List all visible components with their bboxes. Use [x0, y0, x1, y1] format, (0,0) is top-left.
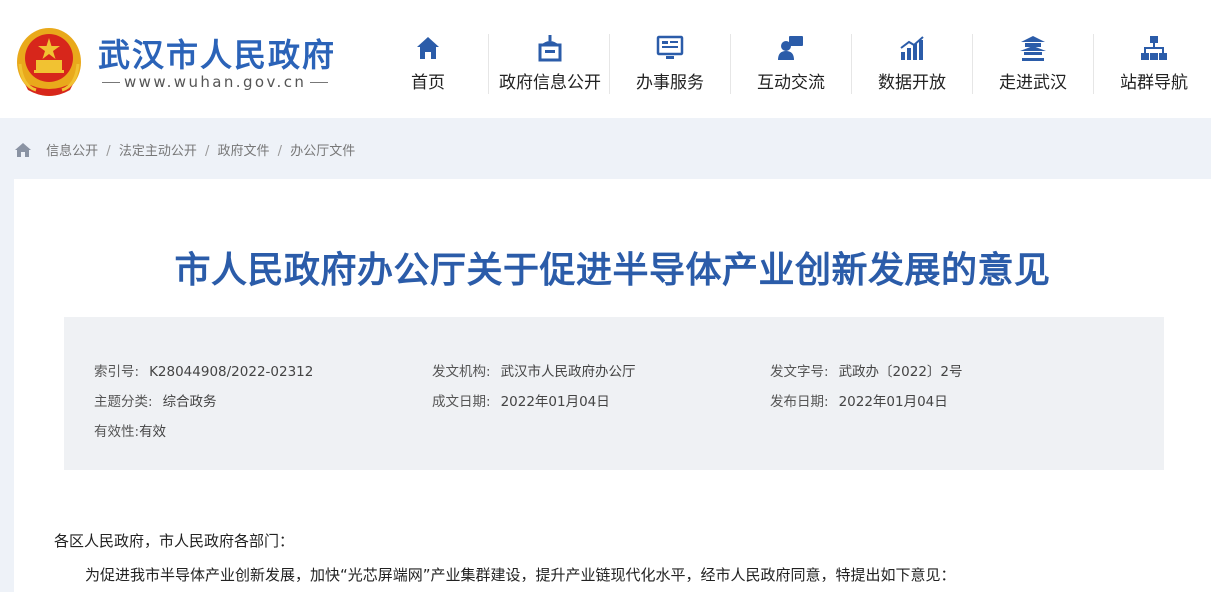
meta-issuer: 发文机构: 武汉市人民政府办公厅 — [432, 360, 636, 380]
nav-item-services[interactable]: 办事服务 — [628, 34, 712, 100]
building-icon — [538, 35, 562, 62]
nav-divider — [1093, 34, 1094, 94]
breadcrumb: 信息公开 / 法定主动公开 / 政府文件 / 办公厅文件 — [14, 140, 355, 160]
meta-document-number: 发文字号: 武政办〔2022〕2号 — [770, 360, 963, 380]
meta-label: 索引号: — [94, 364, 140, 380]
pavilion-icon — [1020, 36, 1046, 61]
meta-value: 有效 — [139, 424, 167, 440]
breadcrumb-item[interactable]: 政府文件 — [218, 144, 270, 159]
home-icon[interactable] — [14, 142, 32, 158]
national-emblem-icon — [17, 28, 81, 96]
nav-label: 办事服务 — [636, 73, 704, 93]
nav-label: 首页 — [411, 73, 445, 93]
chat-user-icon — [778, 36, 803, 60]
meta-written-date: 成文日期: 2022年01月04日 — [432, 390, 610, 410]
meta-published-date: 发布日期: 2022年01月04日 — [770, 390, 948, 410]
bar-chart-icon — [900, 36, 924, 60]
meta-label: 发文字号: — [770, 364, 829, 380]
site-url[interactable]: www.wuhan.gov.cn — [98, 73, 332, 91]
breadcrumb-item[interactable]: 办公厅文件 — [290, 144, 355, 159]
breadcrumb-item[interactable]: 法定主动公开 — [119, 144, 197, 159]
nav-divider — [609, 34, 610, 94]
article-container: 市人民政府办公厅关于促进半导体产业创新发展的意见 索引号: K28044908/2… — [14, 179, 1211, 592]
breadcrumb-separator: / — [106, 144, 111, 159]
nav-label: 政府信息公开 — [499, 73, 601, 93]
document-meta-panel: 索引号: K28044908/2022-02312 发文机构: 武汉市人民政府办公厅… — [64, 317, 1164, 470]
site-header: 武汉市人民政府 www.wuhan.gov.cn 首页 政府信息公开 办事服务 … — [0, 0, 1211, 118]
meta-value: 武汉市人民政府办公厅 — [500, 364, 636, 380]
nav-label: 走进武汉 — [999, 73, 1067, 93]
article-title: 市人民政府办公厅关于促进半导体产业创新发展的意见 — [174, 250, 1051, 291]
nav-item-open-data[interactable]: 数据开放 — [870, 34, 954, 100]
meta-value: K28044908/2022-02312 — [149, 364, 314, 380]
meta-topic: 主题分类: 综合政务 — [94, 390, 217, 410]
nav-label: 数据开放 — [878, 73, 946, 93]
breadcrumb-item[interactable]: 信息公开 — [46, 144, 98, 159]
meta-label: 有效性: — [94, 424, 140, 440]
nav-label: 站群导航 — [1120, 73, 1188, 93]
meta-label: 发布日期: — [770, 394, 829, 410]
breadcrumb-separator: / — [204, 144, 210, 159]
nav-item-interaction[interactable]: 互动交流 — [749, 34, 833, 100]
meta-validity: 有效性:有效 — [94, 420, 166, 440]
site-name[interactable]: 武汉市人民政府 — [98, 30, 336, 76]
nav-item-about-wuhan[interactable]: 走进武汉 — [991, 34, 1075, 100]
meta-label: 成文日期: — [432, 394, 491, 410]
sitemap-icon — [1141, 36, 1167, 60]
meta-value: 武政办〔2022〕2号 — [838, 364, 963, 380]
meta-value: 综合政务 — [162, 394, 217, 410]
nav-label: 互动交流 — [757, 73, 825, 93]
meta-label: 发文机构: — [432, 364, 491, 380]
nav-item-site-nav[interactable]: 站群导航 — [1112, 34, 1196, 100]
meta-value: 2022年01月04日 — [500, 394, 610, 410]
home-icon — [417, 37, 439, 59]
article-salutation: 各区人民政府，市人民政府各部门： — [54, 532, 295, 550]
meta-index-number: 索引号: K28044908/2022-02312 — [94, 360, 313, 380]
nav-item-home[interactable]: 首页 — [398, 34, 458, 100]
meta-label: 主题分类: — [94, 394, 153, 410]
article-intro-paragraph: 为促进我市半导体产业创新发展，加快“光芯屏端网”产业集群建设，提升产业链现代化水… — [85, 566, 956, 584]
nav-item-gov-info[interactable]: 政府信息公开 — [490, 34, 610, 100]
breadcrumb-separator: / — [277, 144, 283, 159]
nav-divider — [730, 34, 731, 94]
nav-divider — [488, 34, 489, 94]
nav-divider — [851, 34, 852, 94]
monitor-icon — [656, 35, 684, 59]
nav-divider — [972, 34, 973, 94]
meta-value: 2022年01月04日 — [838, 394, 948, 410]
